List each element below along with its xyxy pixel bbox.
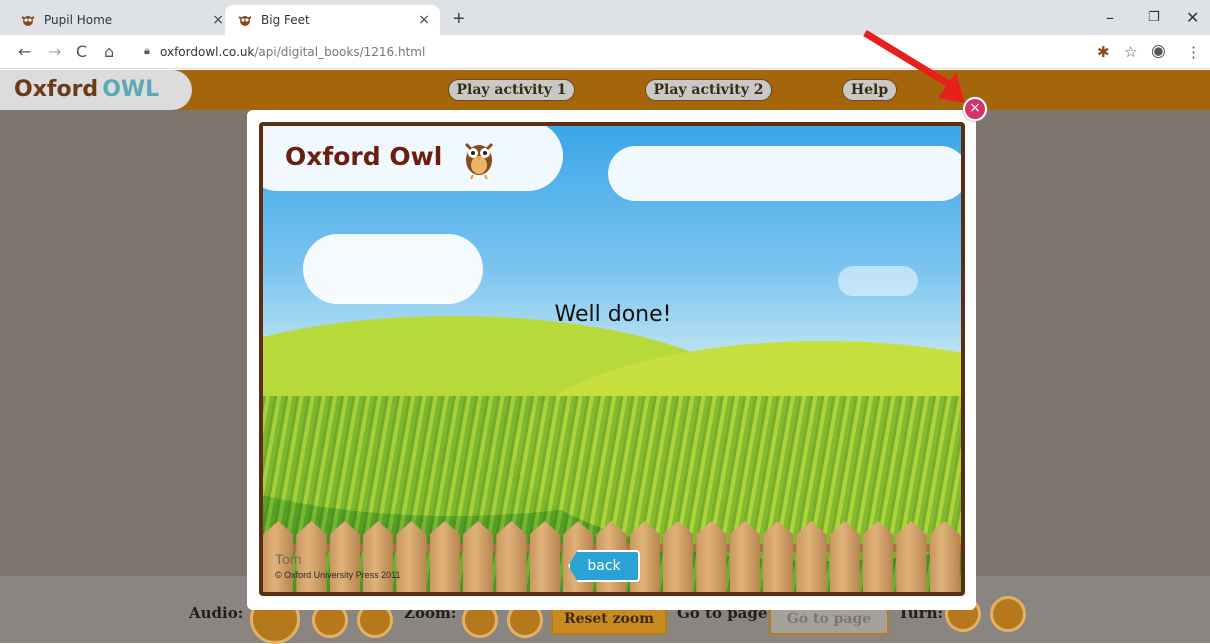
owl-mascot-icon xyxy=(464,142,494,180)
restore-button[interactable]: ❐ xyxy=(1148,10,1160,25)
tab-close-icon[interactable]: × xyxy=(418,12,430,28)
tab-big-feet[interactable]: Big Feet × xyxy=(225,5,440,35)
lock-icon: 🔒︎ xyxy=(144,45,150,57)
play-activity-2-button[interactable]: Play activity 2 xyxy=(645,79,772,101)
next-page-button[interactable] xyxy=(990,596,1026,632)
author-name: Tom xyxy=(275,551,302,567)
extension-icon[interactable]: ✱ xyxy=(1097,43,1110,61)
activity-stage: Oxford Owl Well done! Tom © Oxford Unive… xyxy=(259,122,965,596)
new-tab-button[interactable]: + xyxy=(453,8,465,31)
home-icon[interactable]: ⌂ xyxy=(104,42,114,61)
oxford-owl-brand: Oxford Owl xyxy=(285,142,443,171)
play-activity-1-button[interactable]: Play activity 1 xyxy=(448,79,575,101)
reload-icon[interactable]: C xyxy=(76,42,87,61)
browser-toolbar: ← → C ⌂ 🔒︎ oxfordowl.co.uk/api/digital_b… xyxy=(0,35,1210,69)
bookmark-star-icon[interactable]: ☆ xyxy=(1124,43,1137,61)
copyright-notice: © Oxford University Press 2011 xyxy=(275,570,401,580)
window-close-button[interactable]: ✕ xyxy=(1186,8,1199,27)
url-text: oxfordowl.co.uk/api/digital_books/1216.h… xyxy=(160,45,426,59)
back-arrow-icon[interactable]: ← xyxy=(18,42,31,61)
tab-pupil-home[interactable]: Pupil Home × xyxy=(20,5,228,35)
forward-arrow-icon[interactable]: → xyxy=(48,42,61,61)
oxford-owl-logo[interactable]: Oxford OWL xyxy=(0,70,192,110)
site-header: Oxford OWL Play activity 1 Play activity … xyxy=(0,70,1210,110)
menu-kebab-icon[interactable]: ⋮ xyxy=(1186,43,1201,61)
tab-title: Big Feet xyxy=(261,13,310,27)
browser-tab-strip: Pupil Home × Big Feet × + – ❐ ✕ xyxy=(0,0,1210,35)
address-bar[interactable]: 🔒︎ oxfordowl.co.uk/api/digital_books/121… xyxy=(138,41,1176,65)
well-done-message: Well done! xyxy=(554,302,672,327)
minimize-button[interactable]: – xyxy=(1106,8,1114,27)
profile-icon[interactable]: ◉ xyxy=(1151,41,1166,61)
tab-title: Pupil Home xyxy=(44,13,113,27)
cloud xyxy=(303,234,483,304)
annotation-arrow-icon xyxy=(863,30,965,103)
activity-complete-modal: Oxford Owl Well done! Tom © Oxford Unive… xyxy=(247,110,976,610)
owl-favicon-icon xyxy=(21,16,35,26)
audio-label: Audio: xyxy=(189,604,244,622)
cloud xyxy=(838,266,918,296)
tab-close-icon[interactable]: × xyxy=(212,12,224,28)
back-button[interactable]: back xyxy=(568,550,640,582)
owl-favicon-icon xyxy=(238,16,252,26)
cloud xyxy=(608,146,961,201)
